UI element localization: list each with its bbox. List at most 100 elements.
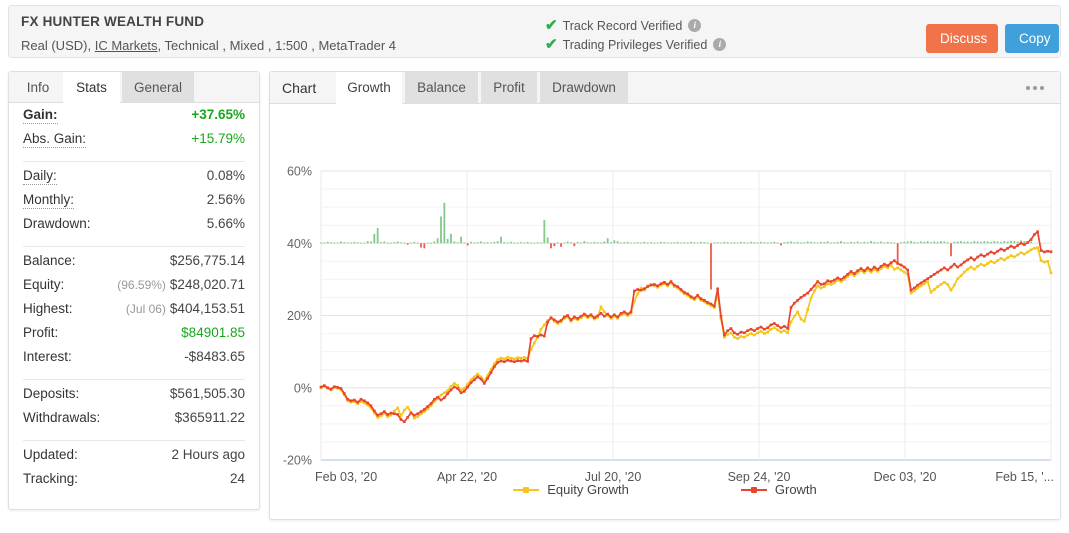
series-point xyxy=(443,391,446,395)
series-point xyxy=(1019,251,1023,254)
copy-button[interactable]: Copy xyxy=(1005,24,1059,53)
account-meta-rest: , Technical , Mixed , 1:500 , MetaTrader… xyxy=(157,38,396,53)
series-point xyxy=(393,409,396,413)
bar xyxy=(710,243,712,290)
series-point xyxy=(1013,246,1016,249)
series-point xyxy=(946,283,949,286)
bar xyxy=(836,241,839,244)
tab-drawdown[interactable]: Drawdown xyxy=(540,72,628,104)
tab-stats[interactable]: Stats xyxy=(63,72,120,103)
series-point xyxy=(729,331,733,335)
stat-label[interactable]: Abs. Gain: xyxy=(23,131,87,148)
stat-row: Withdrawals: $365911.22 xyxy=(23,410,245,434)
stat-value: 0.08% xyxy=(206,168,245,183)
series-point xyxy=(636,288,639,291)
bar xyxy=(426,242,429,244)
info-icon[interactable]: i xyxy=(688,19,702,32)
bar xyxy=(690,241,692,244)
series-point xyxy=(999,257,1003,260)
series-point xyxy=(796,310,799,314)
divider xyxy=(23,161,245,162)
series-point xyxy=(523,356,526,359)
series-point xyxy=(786,331,789,335)
chart-panel-title: Chart xyxy=(282,80,317,96)
bar xyxy=(950,243,952,257)
bar xyxy=(586,242,589,244)
series-point xyxy=(473,378,476,382)
bar xyxy=(433,241,436,244)
series-point xyxy=(929,275,933,278)
series-point xyxy=(836,276,839,280)
series-point xyxy=(353,398,356,402)
series-point xyxy=(456,387,459,390)
series-point xyxy=(476,375,479,379)
series-point xyxy=(616,315,619,319)
discuss-button[interactable]: Discuss xyxy=(926,24,998,53)
series-point xyxy=(976,255,979,259)
bar xyxy=(453,241,456,244)
bar xyxy=(486,242,489,244)
bar xyxy=(683,242,686,244)
tab-growth[interactable]: Growth xyxy=(336,72,402,104)
bar xyxy=(703,242,706,244)
bar xyxy=(403,242,406,244)
series-point xyxy=(1009,254,1013,257)
series-point xyxy=(666,283,669,286)
stat-label[interactable]: Gain: xyxy=(23,107,58,124)
bar xyxy=(393,242,396,244)
series-point xyxy=(916,286,919,290)
series-point xyxy=(1039,249,1043,252)
broker-link[interactable]: IC Markets xyxy=(95,38,158,53)
series-point xyxy=(469,381,473,384)
bar xyxy=(493,241,496,244)
series-point xyxy=(519,356,523,360)
series-point xyxy=(956,277,959,280)
series-point xyxy=(1029,238,1033,241)
bar xyxy=(700,241,702,244)
series-point xyxy=(589,313,593,317)
series-point xyxy=(913,286,916,290)
legend-item-growth[interactable]: Growth xyxy=(740,482,817,497)
bar xyxy=(963,241,966,244)
series-point xyxy=(706,301,709,304)
series-point xyxy=(533,334,536,338)
series-point xyxy=(759,330,763,333)
series-point xyxy=(806,308,809,312)
series-point xyxy=(989,260,993,263)
stats-list: Gain: +37.65% Abs. Gain: +15.79% Daily: 0.08%… xyxy=(9,103,259,495)
series-point xyxy=(743,331,746,335)
series-point xyxy=(976,265,979,268)
series-point xyxy=(893,259,896,262)
bar xyxy=(660,241,662,244)
tab-balance[interactable]: Balance xyxy=(405,72,478,104)
bar xyxy=(576,241,579,244)
series-point xyxy=(923,279,926,283)
bar xyxy=(376,228,379,244)
bar xyxy=(753,242,756,244)
series-point xyxy=(469,378,473,382)
series-point xyxy=(749,327,753,331)
series-point xyxy=(989,250,993,254)
series-point xyxy=(403,408,406,412)
tab-info[interactable]: Info xyxy=(15,72,61,103)
bar xyxy=(443,202,446,244)
stat-label[interactable]: Daily: xyxy=(23,168,57,185)
bar xyxy=(940,241,942,244)
series-point xyxy=(319,385,323,389)
series-point xyxy=(786,327,789,330)
bar xyxy=(446,238,449,244)
bar xyxy=(1013,241,1016,244)
info-icon[interactable]: i xyxy=(713,38,727,51)
tab-general[interactable]: General xyxy=(122,72,194,103)
tab-profit[interactable]: Profit xyxy=(481,72,537,104)
bar xyxy=(1010,240,1012,244)
series-point xyxy=(779,330,783,334)
stat-label: Updated: xyxy=(23,447,78,462)
stat-label[interactable]: Monthly: xyxy=(23,192,75,209)
legend-item-equity-growth[interactable]: Equity Growth xyxy=(513,482,629,497)
bar xyxy=(766,242,769,244)
series-point xyxy=(569,318,573,322)
more-horizontal-icon[interactable] xyxy=(1026,72,1044,104)
verification-block: ✔ Track Record Verified i ✔ Trading Priv… xyxy=(545,16,727,54)
series-point xyxy=(833,281,836,285)
